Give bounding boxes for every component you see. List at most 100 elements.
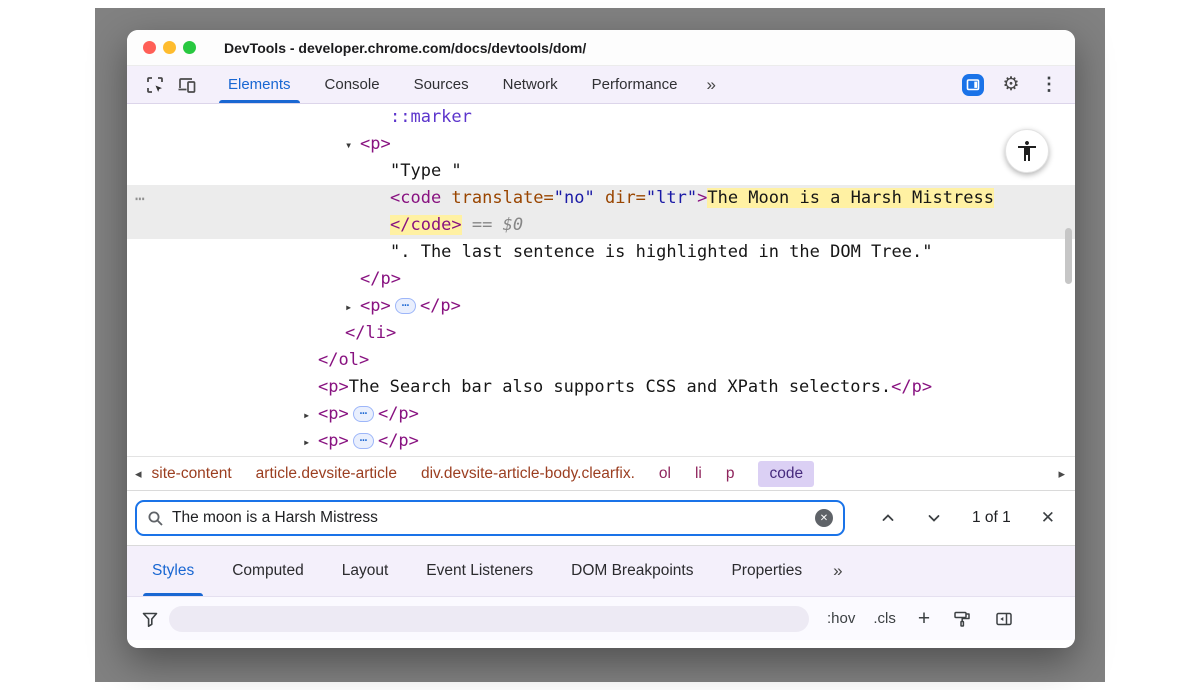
dom-tag: </p> — [378, 431, 419, 451]
breadcrumb-code[interactable]: code — [758, 461, 814, 487]
more-panels-icon[interactable]: » — [695, 66, 728, 103]
style-filter-input[interactable] — [169, 606, 809, 632]
tab-elements[interactable]: Elements — [211, 66, 308, 103]
panel-tabs: ElementsConsoleSourcesNetworkPerformance — [211, 66, 695, 103]
styles-filter-bar: :hov .cls + — [127, 596, 1075, 640]
dom-tree-node[interactable]: ▸<p>⋯</p> — [127, 293, 1075, 320]
tab-sources[interactable]: Sources — [397, 66, 486, 103]
breadcrumb-bar: ◂ site-content article.devsite-article div… — [127, 456, 1075, 490]
tab-computed[interactable]: Computed — [213, 546, 323, 596]
inline-expand-ellipsis-button[interactable]: ⋯ — [353, 406, 374, 422]
sidebar-tabs: StylesComputedLayoutEvent ListenersDOM B… — [133, 546, 821, 596]
devtools-toolbar: ElementsConsoleSourcesNetworkPerformance… — [127, 66, 1075, 104]
close-search-icon[interactable]: ✕ — [1041, 508, 1055, 528]
window-title: DevTools - developer.chrome.com/docs/dev… — [224, 40, 586, 56]
close-window-button[interactable] — [143, 41, 156, 54]
dom-text: The Search bar also supports CSS and XPa… — [349, 377, 891, 397]
tab-properties[interactable]: Properties — [712, 546, 821, 596]
dock-side-icon[interactable] — [957, 74, 989, 96]
next-result-icon[interactable] — [926, 510, 942, 526]
dom-tree-node[interactable]: </p> — [127, 266, 1075, 293]
dom-tag: </ol> — [318, 350, 369, 370]
filter-funnel-icon — [141, 610, 159, 628]
dom-tree-node[interactable]: </li> — [127, 320, 1075, 347]
clear-search-icon[interactable]: ✕ — [815, 509, 833, 527]
breadcrumb-scroll-right-icon[interactable]: ▸ — [1058, 466, 1065, 482]
dom-tree-node[interactable]: ::marker — [127, 104, 1075, 131]
dom-tree-node[interactable]: <p>The Search bar also supports CSS and … — [127, 374, 1075, 401]
new-style-rule-button[interactable]: + — [918, 608, 930, 629]
elements-tree-panel: ::marker▾<p>"Type "⋯<code translate="no"… — [127, 104, 1075, 456]
accessibility-overlay-button[interactable] — [1005, 129, 1049, 173]
previous-result-icon[interactable] — [880, 510, 896, 526]
dom-tree-node[interactable]: </code> == $0 — [127, 212, 1075, 239]
inspect-element-icon[interactable] — [139, 66, 171, 103]
breadcrumb: site-content article.devsite-article div.d… — [152, 461, 815, 487]
dom-attribute-name: translate= — [441, 188, 554, 208]
dom-attribute-value: "ltr" — [646, 188, 697, 208]
breadcrumb-div-devsite-article-body-clearfix[interactable]: div.devsite-article-body.clearfix. — [421, 465, 635, 483]
dom-tag: </li> — [345, 323, 396, 343]
dom-tree-node[interactable]: ▸<p>⋯</p> — [127, 401, 1075, 428]
dom-tag: <p> — [318, 404, 349, 424]
node-options-ellipsis-icon[interactable]: ⋯ — [135, 185, 145, 212]
sidebar-tabs-bar: StylesComputedLayoutEvent ListenersDOM B… — [127, 546, 1075, 596]
inline-expand-ellipsis-button[interactable]: ⋯ — [395, 298, 416, 314]
breadcrumb-site-content[interactable]: site-content — [152, 465, 232, 483]
tab-dom-breakpoints[interactable]: DOM Breakpoints — [552, 546, 712, 596]
breadcrumb-li[interactable]: li — [695, 465, 702, 483]
disclosure-arrow-icon[interactable]: ▸ — [303, 402, 318, 429]
disclosure-arrow-icon[interactable]: ▸ — [345, 294, 360, 321]
search-icon — [147, 510, 164, 527]
paint-format-icon[interactable] — [952, 609, 972, 629]
show-computed-sidebar-icon[interactable] — [994, 609, 1014, 629]
dom-attribute-value: "no" — [554, 188, 595, 208]
tab-styles[interactable]: Styles — [133, 546, 213, 596]
minimize-window-button[interactable] — [163, 41, 176, 54]
settings-gear-icon[interactable]: ⚙ — [995, 73, 1027, 96]
traffic-lights — [143, 41, 196, 54]
dom-tree-node[interactable]: ". The last sentence is highlighted in t… — [127, 239, 1075, 266]
dom-tag: </p> — [378, 404, 419, 424]
more-sidebar-tabs-icon[interactable]: » — [821, 546, 854, 596]
search-text-field[interactable] — [172, 509, 815, 527]
dom-tag: </p> — [360, 269, 401, 289]
search-input[interactable]: ✕ — [135, 500, 845, 536]
dom-tag: <p> — [318, 431, 349, 451]
dom-attribute-name: dir= — [595, 188, 646, 208]
screenshot-canvas: DevTools - developer.chrome.com/docs/dev… — [0, 0, 1200, 690]
element-classes-button[interactable]: .cls — [873, 610, 896, 627]
zoom-window-button[interactable] — [183, 41, 196, 54]
tab-event-listeners[interactable]: Event Listeners — [407, 546, 552, 596]
disclosure-arrow-icon[interactable]: ▸ — [303, 429, 318, 456]
window-titlebar: DevTools - developer.chrome.com/docs/dev… — [127, 30, 1075, 66]
more-options-kebab-icon[interactable]: ⋮ — [1033, 74, 1065, 95]
inline-expand-ellipsis-button[interactable]: ⋯ — [353, 433, 374, 449]
device-toolbar-icon[interactable] — [171, 66, 203, 103]
tab-console[interactable]: Console — [308, 66, 397, 103]
dom-node-reference: == $0 — [462, 215, 523, 235]
tab-network[interactable]: Network — [486, 66, 575, 103]
toggle-element-state-button[interactable]: :hov — [827, 610, 855, 627]
dom-tag: </p> — [420, 296, 461, 316]
dom-tree-node[interactable]: ▸<p>⋯</p> — [127, 428, 1075, 455]
dom-tag: > — [697, 188, 707, 208]
dom-tree-node[interactable]: "Type " — [127, 158, 1075, 185]
disclosure-arrow-icon[interactable]: ▾ — [345, 132, 360, 159]
tab-performance[interactable]: Performance — [575, 66, 695, 103]
breadcrumb-p[interactable]: p — [726, 465, 735, 483]
breadcrumb-scroll-left-icon[interactable]: ◂ — [135, 466, 142, 482]
tab-layout[interactable]: Layout — [323, 546, 408, 596]
vertical-scrollbar[interactable] — [1065, 228, 1072, 284]
dom-tree-node[interactable]: </ol> — [127, 347, 1075, 374]
dom-tree-node[interactable]: ▾<p> — [127, 131, 1075, 158]
dom-tag: <p> — [318, 377, 349, 397]
dom-tag: <p> — [360, 296, 391, 316]
dom-tree: ::marker▾<p>"Type "⋯<code translate="no"… — [127, 104, 1075, 455]
search-highlight-tag: </code> — [390, 215, 462, 235]
search-highlight-text: The Moon is a Harsh Mistress — [707, 188, 994, 208]
toolbar-right-actions: ⚙ ⋮ — [957, 66, 1075, 103]
breadcrumb-ol[interactable]: ol — [659, 465, 671, 483]
breadcrumb-article-devsite-article[interactable]: article.devsite-article — [256, 465, 397, 483]
dom-tree-node[interactable]: ⋯<code translate="no" dir="ltr">The Moon… — [127, 185, 1075, 212]
